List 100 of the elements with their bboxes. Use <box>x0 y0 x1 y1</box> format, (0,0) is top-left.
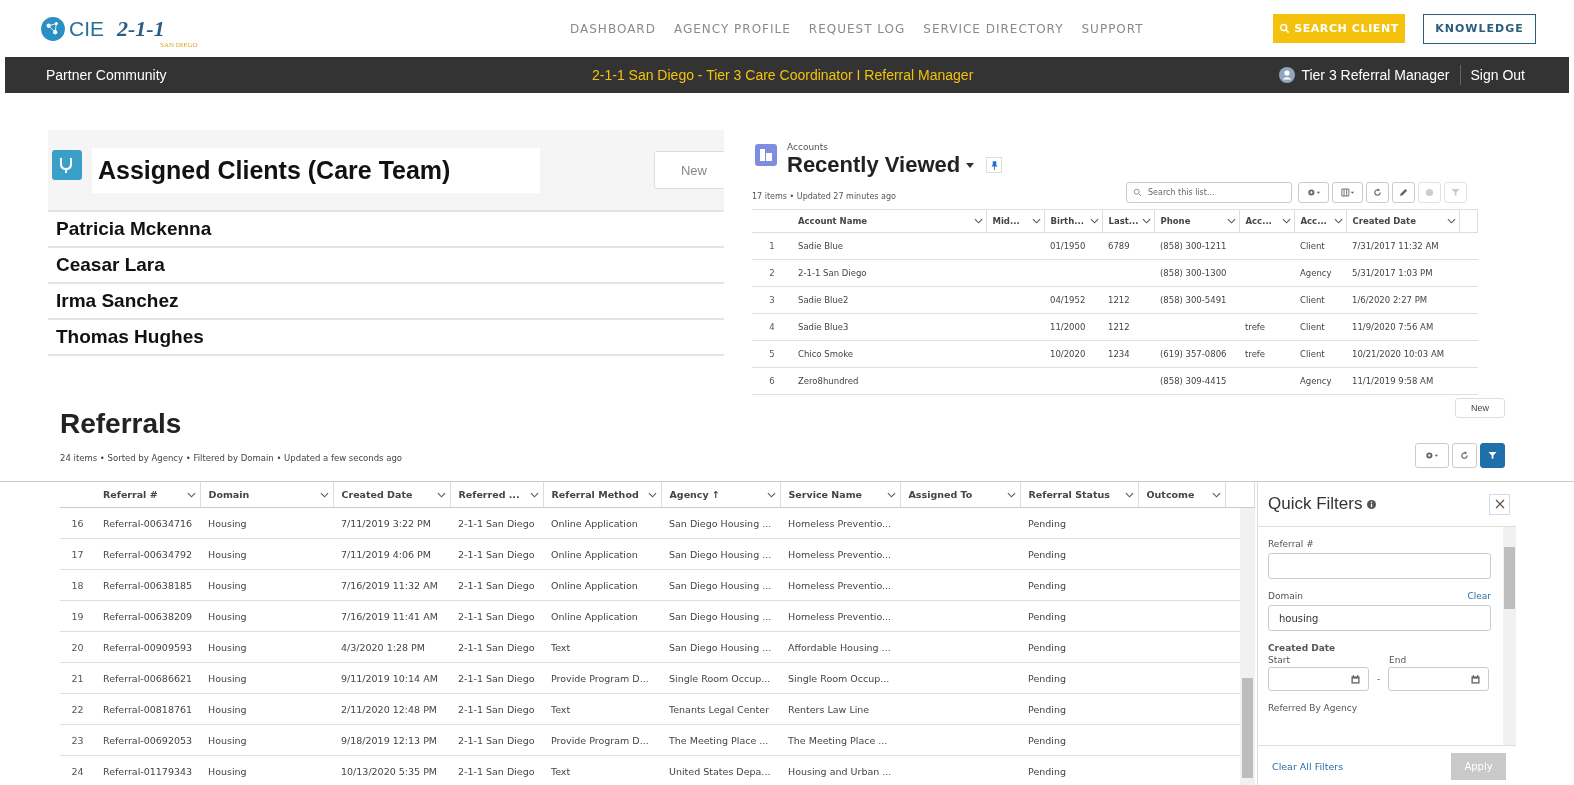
field-label: Referred By Agency <box>1268 703 1357 713</box>
column-header[interactable]: Created Date <box>341 489 413 500</box>
column-header[interactable]: Referral Status <box>1028 489 1110 500</box>
filter-button[interactable] <box>1480 443 1505 468</box>
table-cell: 1212 <box>1108 322 1130 332</box>
nav-link[interactable]: SERVICE DIRECTORY <box>923 21 1064 36</box>
table-cell: 7/16/2019 11:32 AM <box>341 579 438 591</box>
column-header[interactable]: Agency ↑ <box>669 489 720 500</box>
filter-icon[interactable] <box>1488 451 1497 460</box>
row-number: 22 <box>71 703 84 715</box>
clear-link[interactable]: Clear <box>1467 591 1491 601</box>
refresh-icon[interactable] <box>1373 188 1382 197</box>
chevron-down-icon[interactable] <box>973 218 983 224</box>
chevron-down-icon[interactable] <box>1446 218 1456 224</box>
column-header[interactable]: Phone <box>1160 216 1191 226</box>
table-cell: 01/1950 <box>1050 241 1086 251</box>
column-header[interactable]: Service Name <box>788 489 862 500</box>
new-button[interactable]: New <box>654 151 724 189</box>
refresh-button[interactable] <box>1452 443 1477 468</box>
client-name[interactable]: Patricia Mckenna <box>56 218 212 240</box>
table-cell: San Diego Housing ... <box>669 548 772 560</box>
table-cell: 2-1-1 San Diego <box>798 268 867 278</box>
row-number: 23 <box>71 734 84 746</box>
close-icon[interactable] <box>1494 499 1505 509</box>
nav-link[interactable]: REQUEST LOG <box>808 21 906 36</box>
chevron-down-icon[interactable] <box>1089 218 1099 224</box>
chevron-down-icon[interactable] <box>436 491 446 498</box>
chevron-down-icon[interactable] <box>1006 491 1016 498</box>
table-cell: San Diego Housing ... <box>669 610 772 622</box>
chevron-down-icon[interactable] <box>1281 218 1291 224</box>
chevron-down-icon[interactable] <box>186 491 196 498</box>
gear-icon[interactable] <box>1306 188 1321 197</box>
client-name[interactable]: Thomas Hughes <box>56 326 204 348</box>
gear-icon[interactable] <box>1425 451 1439 460</box>
client-name[interactable]: Irma Sanchez <box>56 290 179 312</box>
list-summary: 24 items • Sorted by Agency • Filtered by Domain • Updated a few seconds ago <box>60 453 403 463</box>
columns-button[interactable] <box>1332 182 1363 203</box>
knowledge-button[interactable]: KNOWLEDGE <box>1423 13 1536 44</box>
calendar-icon[interactable] <box>1351 674 1360 684</box>
pencil-icon[interactable] <box>1399 188 1408 197</box>
chevron-down-icon[interactable] <box>886 491 896 498</box>
nav-link[interactable]: SUPPORT <box>1081 21 1144 36</box>
chevron-down-icon[interactable] <box>1031 218 1041 224</box>
row-number: 16 <box>71 517 84 529</box>
calendar-icon[interactable] <box>1471 674 1481 684</box>
list-view-title[interactable]: Recently Viewed <box>787 152 961 178</box>
close-button[interactable] <box>1489 493 1510 515</box>
table-cell: Housing <box>208 765 247 777</box>
nav-link[interactable]: DASHBOARD <box>570 21 656 36</box>
column-header[interactable]: Referral Method <box>551 489 639 500</box>
chevron-down-icon[interactable] <box>529 491 539 498</box>
pin-button[interactable] <box>986 157 1003 173</box>
chevron-down-icon[interactable] <box>647 491 657 498</box>
section-title: Referrals <box>60 408 183 440</box>
table-cell: Pending <box>1028 579 1066 591</box>
table-cell: Referral-00692053 <box>103 734 193 746</box>
chevron-down-icon[interactable] <box>766 491 776 498</box>
chevron-down-icon[interactable] <box>1141 218 1151 224</box>
settings-button[interactable] <box>1298 182 1329 203</box>
client-name[interactable]: Ceasar Lara <box>56 254 165 276</box>
scrollbar[interactable] <box>1503 527 1516 745</box>
chevron-down-icon[interactable] <box>1333 218 1343 224</box>
table-cell: 4/3/2020 1:28 PM <box>341 641 425 653</box>
column-header[interactable]: Account Name <box>798 216 868 226</box>
user-name[interactable]: Tier 3 Referral Manager <box>1301 67 1450 83</box>
column-header[interactable]: Referral # <box>103 489 158 500</box>
chevron-down-icon[interactable] <box>1211 491 1221 498</box>
sign-out-link[interactable]: Sign Out <box>1470 67 1525 83</box>
column-header[interactable]: Assigned To <box>908 489 973 500</box>
new-button[interactable]: New <box>1455 398 1505 418</box>
table-cell: 2-1-1 San Diego <box>458 672 535 684</box>
input-field[interactable]: housing <box>1268 605 1491 631</box>
chevron-down-icon[interactable] <box>1124 491 1134 498</box>
column-header[interactable]: Referred ... <box>458 489 520 500</box>
edit-button[interactable] <box>1392 182 1415 203</box>
nav-link[interactable]: AGENCY PROFILE <box>673 21 791 36</box>
pin-icon[interactable] <box>990 160 998 170</box>
chevron-down-icon[interactable] <box>1226 218 1236 224</box>
range-separator: - <box>1377 674 1381 684</box>
date-field[interactable] <box>1388 667 1490 691</box>
field-label: Start <box>1268 655 1290 665</box>
input-field[interactable] <box>1268 553 1491 579</box>
table-cell: Provide Program D... <box>551 734 649 746</box>
columns-icon[interactable] <box>1340 188 1355 197</box>
settings-button[interactable] <box>1415 443 1449 468</box>
caret-icon[interactable] <box>966 162 975 168</box>
scrollbar[interactable] <box>1240 508 1255 785</box>
table-cell: Agency <box>1300 268 1332 278</box>
table-cell: 11/2000 <box>1050 322 1086 332</box>
table-cell: San Diego Housing ... <box>669 579 772 591</box>
table-cell: Housing <box>208 734 247 746</box>
clear-all-filters-link[interactable]: Clear All Filters <box>1272 760 1344 772</box>
date-field[interactable] <box>1268 667 1369 691</box>
column-header[interactable]: Outcome <box>1146 489 1195 500</box>
refresh-icon[interactable] <box>1460 451 1469 460</box>
column-header[interactable]: Domain <box>208 489 250 500</box>
search-field[interactable]: Search this list... <box>1126 182 1292 203</box>
table-cell: Pending <box>1028 548 1066 560</box>
chevron-down-icon[interactable] <box>319 491 329 498</box>
refresh-button[interactable] <box>1366 182 1389 203</box>
